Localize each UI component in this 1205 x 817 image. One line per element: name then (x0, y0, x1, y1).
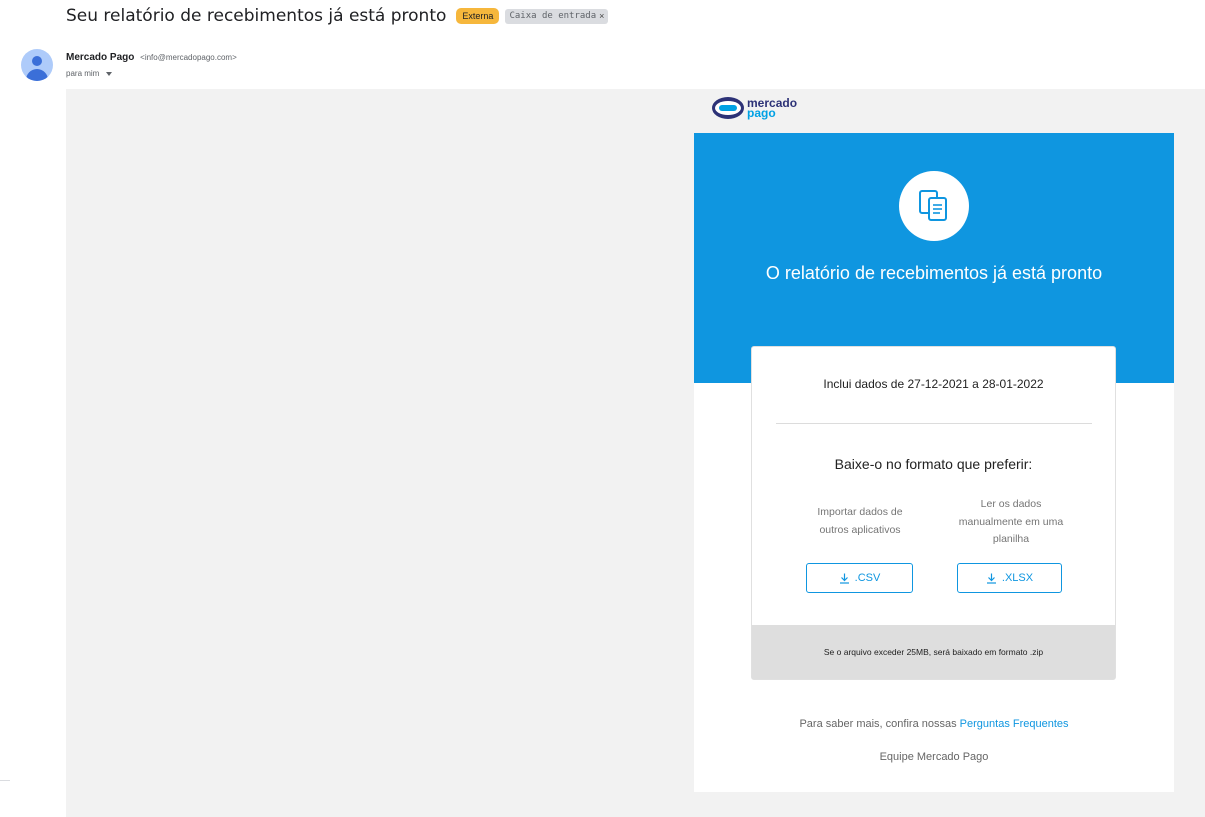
recipient-text: para mim (66, 69, 100, 78)
download-xlsx-button[interactable]: .XLSX (957, 563, 1062, 593)
sender-avatar[interactable] (21, 49, 53, 81)
caret-down-icon[interactable] (106, 71, 113, 76)
format-prompt: Baixe-o no formato que preferir: (834, 456, 1033, 472)
documents-icon (919, 190, 947, 221)
mercado-pago-logo: mercado pago (712, 97, 797, 119)
person-head-shape (32, 56, 42, 66)
sender-line: Mercado Pago <info@mercadopago.com> (66, 52, 237, 63)
download-csv-button[interactable]: .CSV (806, 563, 913, 593)
signature: Equipe Mercado Pago (879, 751, 989, 763)
file-size-note: Se o arquivo exceder 25MB, será baixado … (752, 625, 1115, 679)
csv-description: Importar dados de outros aplicativos (817, 506, 903, 536)
xlsx-button-label: .XLSX (1001, 572, 1034, 584)
faq-line: Para saber mais, confira nossas Pergunta… (694, 718, 1174, 730)
handshake-logo-icon (712, 97, 744, 119)
external-label[interactable]: Externa (456, 8, 500, 24)
download-icon (839, 573, 849, 584)
remove-label-icon[interactable]: × (599, 11, 604, 22)
recipient-details-toggle[interactable]: para mim (66, 69, 113, 78)
email-card: O relatório de recebimentos já está pron… (694, 133, 1174, 792)
faq-link[interactable]: Perguntas Frequentes (960, 718, 1069, 730)
download-icon (986, 573, 996, 584)
hero-title: O relatório de recebimentos já está pron… (765, 263, 1103, 283)
sender-email: <info@mercadopago.com> (140, 53, 237, 62)
person-body-shape (26, 69, 48, 81)
inbox-label[interactable]: Caixa de entrada × (505, 8, 609, 24)
document-icon-badge (899, 171, 969, 241)
faq-prefix: Para saber mais, confira nossas (799, 718, 957, 730)
email-subject: Seu relatório de recebimentos já está pr… (66, 6, 447, 26)
date-range-text: Inclui dados de 27-12-2021 a 28-01-2022 (823, 377, 1044, 391)
report-box: Inclui dados de 27-12-2021 a 28-01-2022 … (751, 346, 1116, 680)
csv-button-label: .CSV (854, 572, 881, 584)
inbox-label-text: Caixa de entrada (509, 10, 597, 21)
divider (776, 423, 1092, 424)
sender-name[interactable]: Mercado Pago (66, 52, 134, 63)
xlsx-description: Ler os dados manualmente em uma planilha (958, 498, 1064, 545)
divider (0, 780, 10, 781)
logo-text-line2: pago (747, 106, 776, 120)
subject-row: Seu relatório de recebimentos já está pr… (66, 6, 609, 26)
